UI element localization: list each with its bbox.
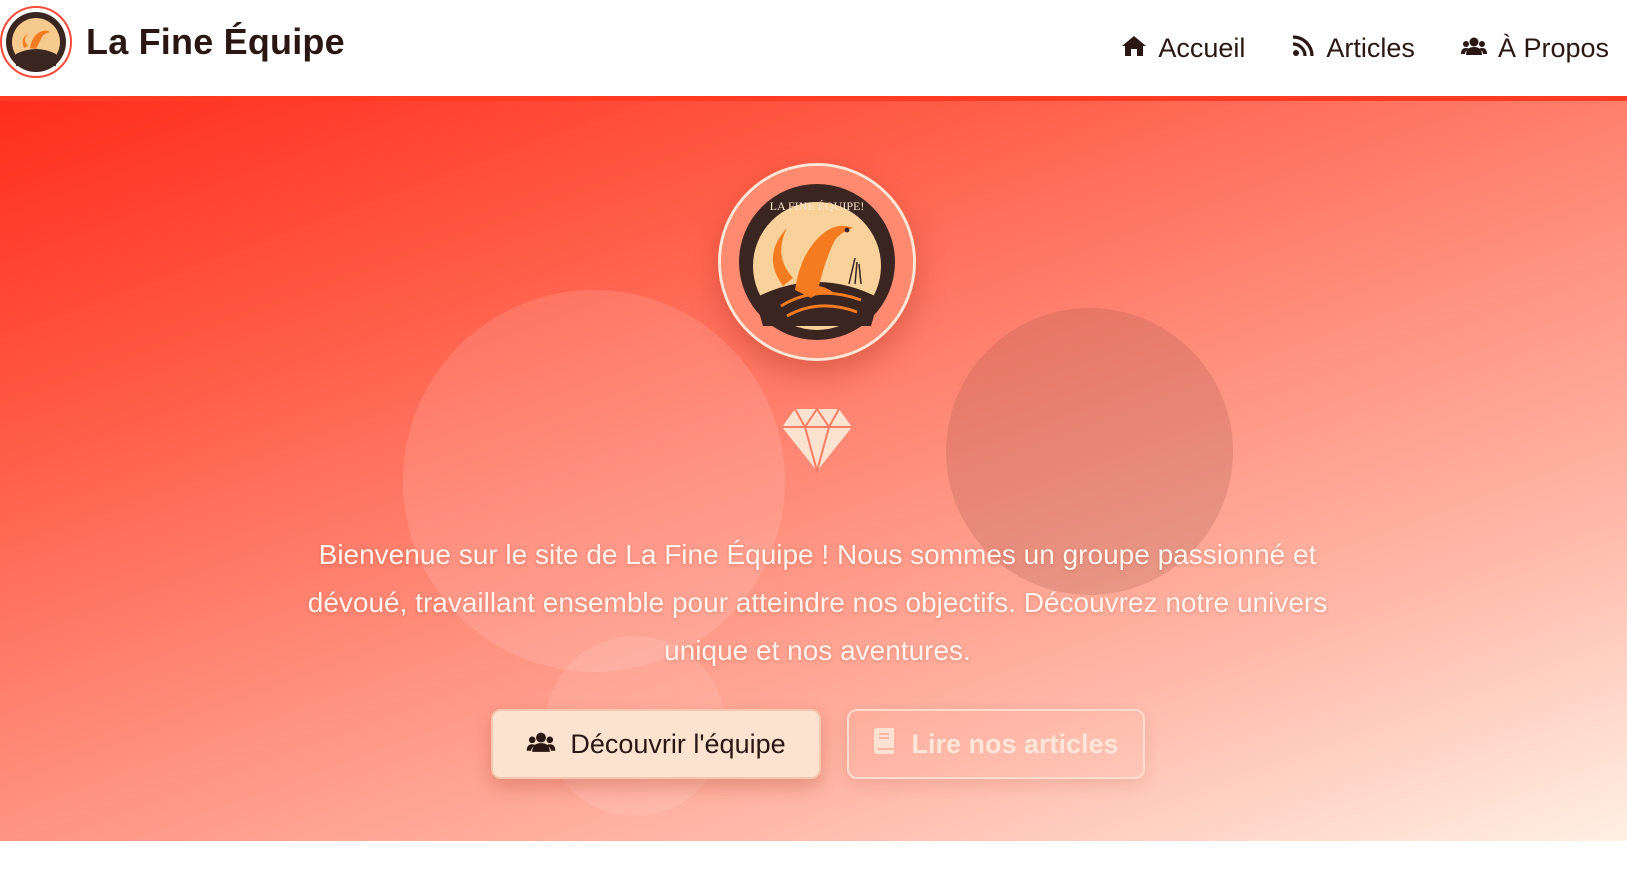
book-icon (873, 727, 911, 762)
nav-item-articles[interactable]: Articles (1291, 33, 1415, 64)
brand[interactable]: La Fine Équipe (0, 6, 345, 78)
hero-logo-text: LA FINE ÉQUIPE! (770, 199, 865, 213)
users-icon (1460, 36, 1498, 61)
brand-logo-icon[interactable] (0, 6, 72, 78)
nav-item-accueil[interactable]: Accueil (1121, 33, 1245, 64)
read-articles-button[interactable]: Lire nos articles (847, 709, 1145, 779)
read-articles-label: Lire nos articles (911, 728, 1119, 759)
home-icon (1121, 35, 1158, 62)
discover-team-button[interactable]: Découvrir l'équipe (491, 709, 821, 779)
main-nav: Accueil Articles À Propos (1075, 0, 1609, 96)
hero-description: Bienvenue sur le site de La Fine Équipe … (307, 539, 1328, 666)
nav-item-a-propos[interactable]: À Propos (1460, 32, 1609, 64)
nav-label-accueil: Accueil (1158, 32, 1246, 63)
nav-label-a-propos: À Propos (1497, 32, 1609, 63)
rss-icon (1291, 34, 1326, 63)
brand-name[interactable]: La Fine Équipe (86, 21, 345, 63)
navbar: La Fine Équipe Accueil Articles À Propos (0, 0, 1627, 101)
users-icon (526, 729, 570, 760)
nav-label-articles: Articles (1326, 32, 1415, 63)
discover-team-label: Découvrir l'équipe (570, 728, 786, 759)
hero-logo-icon: LA FINE ÉQUIPE! (718, 163, 916, 361)
diamond-icon (781, 407, 853, 478)
hero-section: LA FINE ÉQUIPE! Bienvenue sur le site de… (0, 101, 1627, 841)
